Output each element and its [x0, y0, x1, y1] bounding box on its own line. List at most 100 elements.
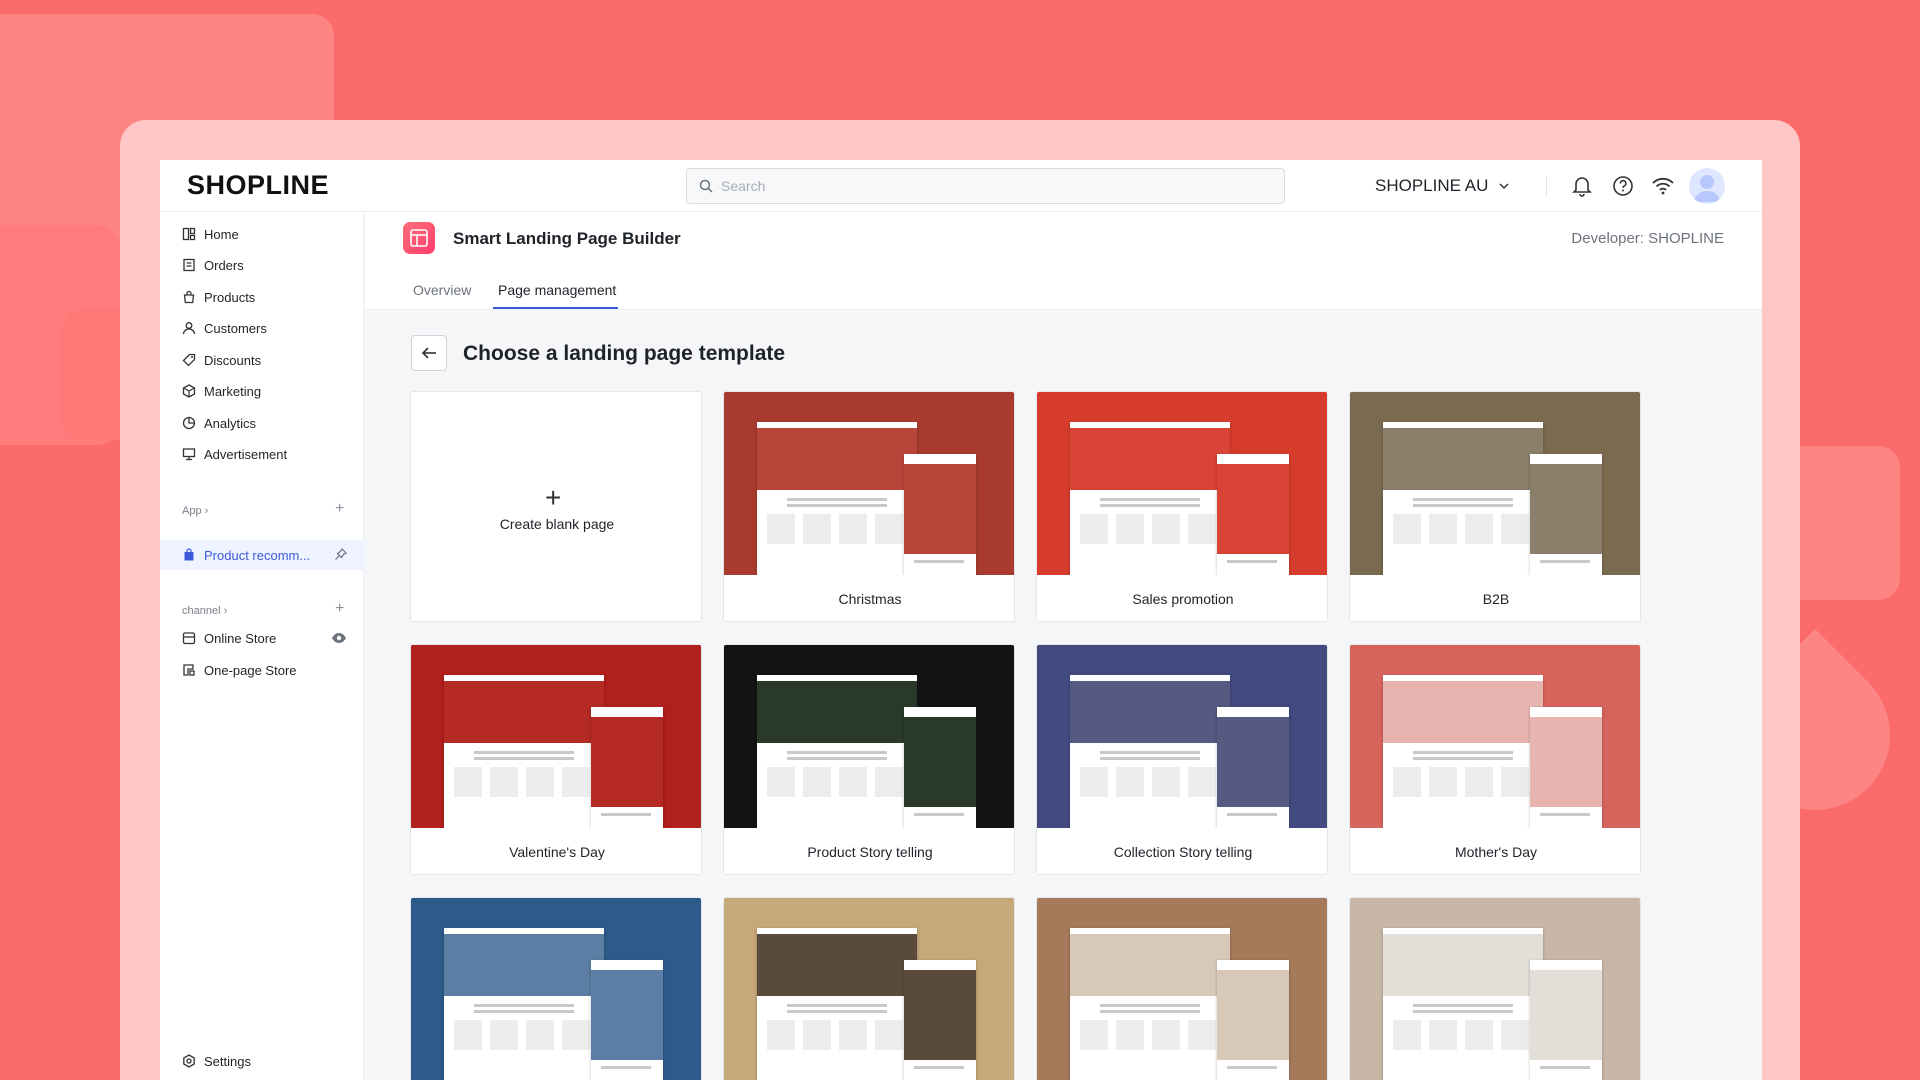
sidebar-item-product-recommendation[interactable]: Product recomm... [160, 540, 364, 570]
template-card[interactable]: Product Story telling [723, 644, 1015, 875]
preview-text-line [914, 813, 964, 816]
preview-content-block [803, 767, 831, 797]
template-card[interactable] [1036, 897, 1328, 1080]
preview-text-line [1540, 813, 1590, 816]
add-channel-icon[interactable]: + [335, 600, 344, 618]
app-title: Smart Landing Page Builder [453, 229, 681, 248]
preview-content-block [1080, 1020, 1108, 1050]
sidebar-item-analytics[interactable]: Analytics [182, 410, 352, 436]
preview-content-block [1152, 767, 1180, 797]
preview-text-line [1100, 757, 1200, 760]
help-icon[interactable] [1612, 175, 1634, 197]
avatar[interactable] [1689, 168, 1725, 204]
mobile-preview-mockup [904, 707, 976, 828]
desktop-preview-mockup [444, 928, 604, 1080]
mobile-preview-mockup [1217, 707, 1289, 828]
mobile-preview-mockup [904, 454, 976, 575]
preview-content-block [1501, 1020, 1529, 1050]
preview-hero-image [1530, 717, 1602, 807]
sidebar-item-customers[interactable]: Customers [182, 315, 352, 341]
preview-hero-image [757, 934, 917, 996]
template-thumbnail [724, 392, 1014, 575]
preview-text-line [1413, 757, 1513, 760]
eye-icon[interactable] [331, 632, 347, 644]
blank-page-label: Create blank page [499, 516, 615, 532]
arrow-left-icon [421, 347, 436, 359]
preview-hero-image [1383, 681, 1543, 743]
bell-icon[interactable] [1572, 175, 1592, 197]
sidebar-item-products[interactable]: Products [182, 284, 352, 310]
sidebar-item-label: Orders [204, 257, 244, 273]
preview-hero-image [1383, 934, 1543, 996]
back-button[interactable] [411, 335, 447, 371]
preview-hero-image [1530, 970, 1602, 1060]
preview-hero-image [444, 934, 604, 996]
sidebar-item-label: One-page Store [204, 662, 297, 678]
template-label: Valentine's Day [509, 844, 605, 860]
sidebar-item-one-page-store[interactable]: One-page Store [182, 657, 352, 683]
preview-content-block [767, 1020, 795, 1050]
template-card[interactable] [1349, 897, 1641, 1080]
sidebar-item-marketing[interactable]: Marketing [182, 378, 352, 404]
section-label: App [182, 505, 202, 517]
create-blank-page-card[interactable]: + Create blank page [410, 391, 702, 622]
preview-content-block [562, 1020, 590, 1050]
preview-hero-image [1217, 464, 1289, 554]
toolbar-divider [1546, 176, 1547, 196]
sidebar-item-label: Customers [204, 320, 267, 336]
template-card[interactable] [410, 897, 702, 1080]
sidebar-item-orders[interactable]: Orders [182, 252, 352, 278]
template-label: B2B [1482, 591, 1510, 607]
preview-content-block [1429, 1020, 1457, 1050]
template-card[interactable]: Sales promotion [1036, 391, 1328, 622]
search-icon [699, 179, 713, 193]
template-card[interactable] [723, 897, 1015, 1080]
sidebar-section-app[interactable]: App › [182, 505, 208, 517]
shopline-logo[interactable]: SHOPLINE [187, 170, 329, 201]
template-card[interactable]: Christmas [723, 391, 1015, 622]
tab-page-management[interactable]: Page management [498, 282, 616, 298]
store-icon [182, 632, 196, 645]
template-card[interactable]: Mother's Day [1349, 644, 1641, 875]
preview-content-block [1393, 1020, 1421, 1050]
search-input[interactable] [721, 175, 1261, 197]
desktop-preview-mockup [1383, 928, 1543, 1080]
search-box[interactable] [686, 168, 1285, 204]
preview-content-block [1152, 1020, 1180, 1050]
preview-text-line [914, 1066, 964, 1069]
preview-text-line [1100, 1010, 1200, 1013]
desktop-preview-mockup [1070, 675, 1230, 828]
store-switcher[interactable]: SHOPLINE AU [1375, 176, 1488, 196]
sidebar-item-online-store[interactable]: Online Store [182, 625, 352, 651]
sidebar-section-channel[interactable]: channel › [182, 605, 227, 617]
preview-text-line [474, 751, 574, 754]
template-label: Sales promotion [1132, 591, 1234, 607]
sidebar-item-label: Online Store [204, 630, 277, 646]
template-card[interactable]: Valentine's Day [410, 644, 702, 875]
add-app-icon[interactable]: + [335, 500, 344, 518]
preview-content-block [803, 514, 831, 544]
sidebar-item-home[interactable]: Home [182, 221, 352, 247]
sidebar-item-advertisement[interactable]: Advertisement [182, 441, 352, 467]
wifi-icon[interactable] [1651, 175, 1675, 197]
preview-content-block [875, 1020, 903, 1050]
preview-content-block [1393, 514, 1421, 544]
preview-text-line [1413, 751, 1513, 754]
home-icon [182, 227, 196, 241]
page-store-icon [183, 664, 195, 676]
chevron-down-icon[interactable] [1498, 180, 1510, 192]
developer-name[interactable]: SHOPLINE [1648, 230, 1724, 247]
preview-content-block [490, 1020, 518, 1050]
template-card[interactable]: B2B [1349, 391, 1641, 622]
sidebar: Home Orders Products Customers Discounts… [160, 212, 364, 1080]
preview-text-line [1227, 1066, 1277, 1069]
template-card[interactable]: Collection Story telling [1036, 644, 1328, 875]
monitor-icon [182, 448, 196, 461]
sidebar-item-settings[interactable]: Settings [182, 1048, 352, 1074]
tab-overview[interactable]: Overview [413, 282, 471, 298]
sidebar-item-discounts[interactable]: Discounts [182, 347, 352, 373]
pin-icon[interactable] [334, 548, 347, 561]
preview-content-block [1465, 1020, 1493, 1050]
plus-icon: + [545, 482, 562, 513]
preview-content-block [1188, 514, 1216, 544]
